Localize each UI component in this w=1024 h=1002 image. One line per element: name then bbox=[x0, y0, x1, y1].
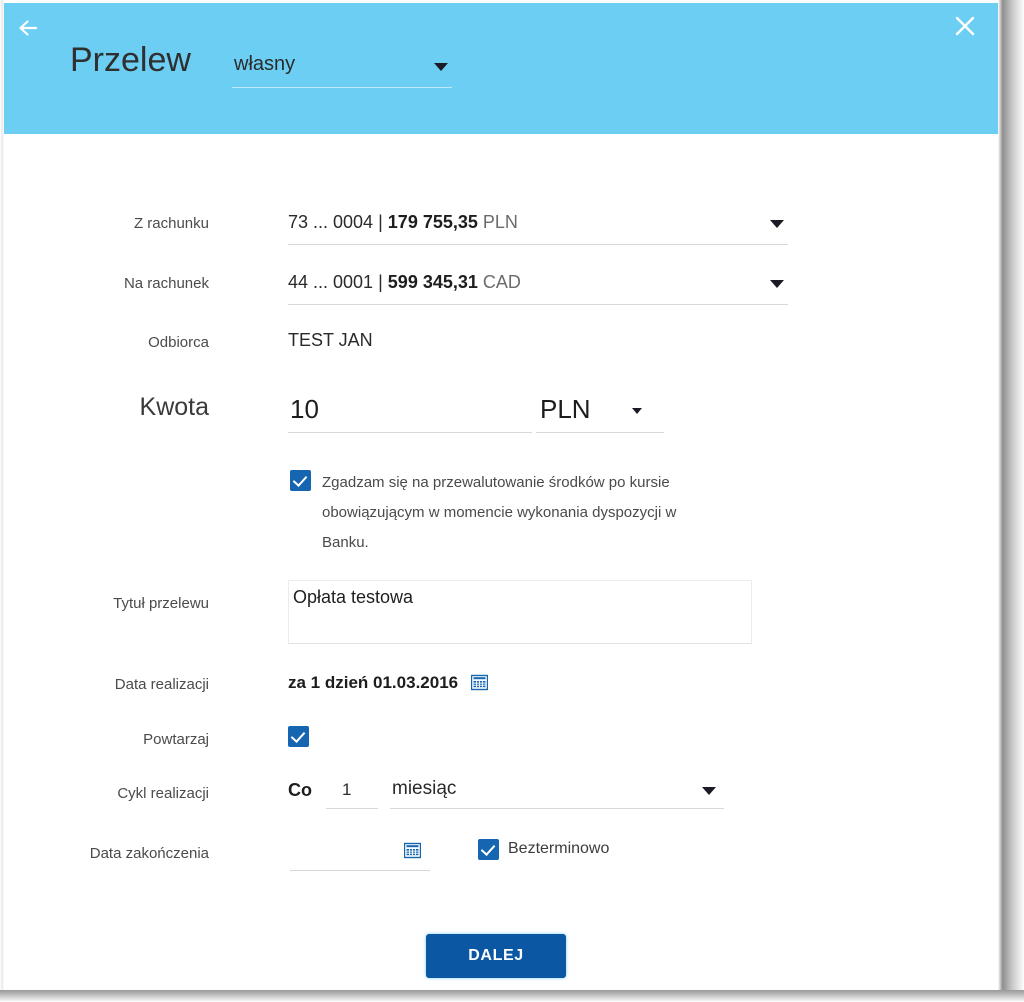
from-account-value: 73 ... 0004 | 179 755,35 PLN bbox=[288, 212, 518, 233]
from-account-separator: | bbox=[378, 212, 383, 232]
amount-input[interactable]: 10 bbox=[288, 392, 532, 433]
from-account-currency: PLN bbox=[482, 212, 518, 232]
chevron-down-icon bbox=[434, 63, 448, 71]
chevron-down-icon bbox=[632, 408, 642, 414]
row-recipient: Odbiorca TEST JAN bbox=[4, 330, 998, 360]
page-title: Przelew bbox=[70, 41, 191, 79]
cycle-count-value: 1 bbox=[342, 780, 352, 799]
execution-date-value-group: za 1 dzień 01.03.2016 bbox=[288, 673, 488, 693]
window-frame-right-scrollbar[interactable] bbox=[998, 0, 1024, 1002]
conversion-consent-label: Zgadzam się na przewalutowanie środków p… bbox=[322, 474, 677, 551]
row-transfer-title: Tytuł przelewu Opłata testowa bbox=[4, 580, 998, 646]
recipient-value: TEST JAN bbox=[288, 330, 373, 350]
cycle-unit-value: miesiąc bbox=[392, 778, 457, 799]
row-from-account: Z rachunku 73 ... 0004 | 179 755,35 PLN bbox=[4, 208, 998, 254]
indefinite-label: Bezterminowo bbox=[508, 840, 610, 857]
row-repeat: Powtarzaj bbox=[4, 726, 998, 756]
repeat-checkbox-wrap bbox=[288, 726, 309, 747]
conversion-consent-checkbox[interactable] bbox=[290, 470, 311, 491]
chevron-down-icon bbox=[770, 220, 784, 228]
close-icon[interactable] bbox=[950, 11, 980, 41]
submit-button[interactable]: DALEJ bbox=[426, 934, 566, 978]
row-execution-date: Data realizacji za 1 dzień 01.03.2016 bbox=[4, 671, 998, 701]
cycle-label: Cykl realizacji bbox=[117, 785, 209, 802]
execution-date-label: Data realizacji bbox=[114, 676, 209, 693]
execution-date-value: za 1 dzień 01.03.2016 bbox=[288, 673, 459, 692]
to-account-currency: CAD bbox=[482, 272, 521, 292]
to-account-select[interactable]: 44 ... 0001 | 599 345,31 CAD bbox=[288, 268, 788, 305]
row-end-date: Data zakończenia Bezterminowo bbox=[4, 838, 998, 878]
to-account-value: 44 ... 0001 | 599 345,31 CAD bbox=[288, 272, 521, 293]
repeat-checkbox[interactable] bbox=[288, 726, 309, 747]
row-to-account: Na rachunek 44 ... 0001 | 599 345,31 CAD bbox=[4, 268, 998, 314]
currency-select[interactable]: PLN bbox=[536, 392, 664, 433]
transfer-form: Z rachunku 73 ... 0004 | 179 755,35 PLN … bbox=[4, 134, 998, 990]
to-account-balance: 599 345,31 bbox=[387, 272, 478, 292]
indefinite-checkbox[interactable] bbox=[478, 839, 499, 860]
from-account-balance: 179 755,35 bbox=[387, 212, 478, 232]
amount-value: 10 bbox=[290, 394, 319, 424]
from-account-number: 73 ... 0004 bbox=[288, 212, 374, 232]
transfer-title-value: Opłata testowa bbox=[293, 587, 414, 607]
transfer-title-label: Tytuł przelewu bbox=[113, 595, 209, 612]
currency-value: PLN bbox=[540, 394, 591, 424]
end-date-label: Data zakończenia bbox=[89, 845, 209, 862]
recipient-label: Odbiorca bbox=[148, 334, 209, 351]
row-amount: Kwota 10 PLN bbox=[4, 392, 998, 442]
to-account-number: 44 ... 0001 bbox=[288, 272, 374, 292]
repeat-label: Powtarzaj bbox=[143, 731, 209, 748]
dialog-header: Przelew własny bbox=[4, 3, 998, 134]
transfer-form-window: Przelew własny Z rachunku 73 ... 0004 | … bbox=[0, 0, 1024, 1002]
to-account-separator: | bbox=[378, 272, 383, 292]
cycle-count-input[interactable]: 1 bbox=[326, 778, 378, 809]
from-account-select[interactable]: 73 ... 0004 | 179 755,35 PLN bbox=[288, 208, 788, 245]
chevron-down-icon bbox=[770, 280, 784, 288]
calendar-icon[interactable] bbox=[470, 674, 488, 691]
back-arrow-icon[interactable] bbox=[14, 13, 48, 43]
amount-label: Kwota bbox=[139, 393, 209, 421]
row-cycle: Cykl realizacji Co 1 miesiąc bbox=[4, 778, 998, 814]
calendar-icon[interactable] bbox=[403, 842, 422, 859]
cycle-prefix-label: Co bbox=[288, 780, 312, 800]
cycle-unit-select[interactable]: miesiąc bbox=[390, 778, 724, 809]
transfer-title-input[interactable]: Opłata testowa bbox=[288, 580, 752, 644]
window-frame-bottom bbox=[0, 990, 1024, 1002]
transfer-type-select[interactable]: własny bbox=[232, 49, 452, 88]
transfer-type-value: własny bbox=[234, 53, 296, 75]
to-account-label: Na rachunek bbox=[123, 275, 209, 292]
from-account-label: Z rachunku bbox=[133, 215, 209, 232]
chevron-down-icon bbox=[702, 787, 716, 795]
